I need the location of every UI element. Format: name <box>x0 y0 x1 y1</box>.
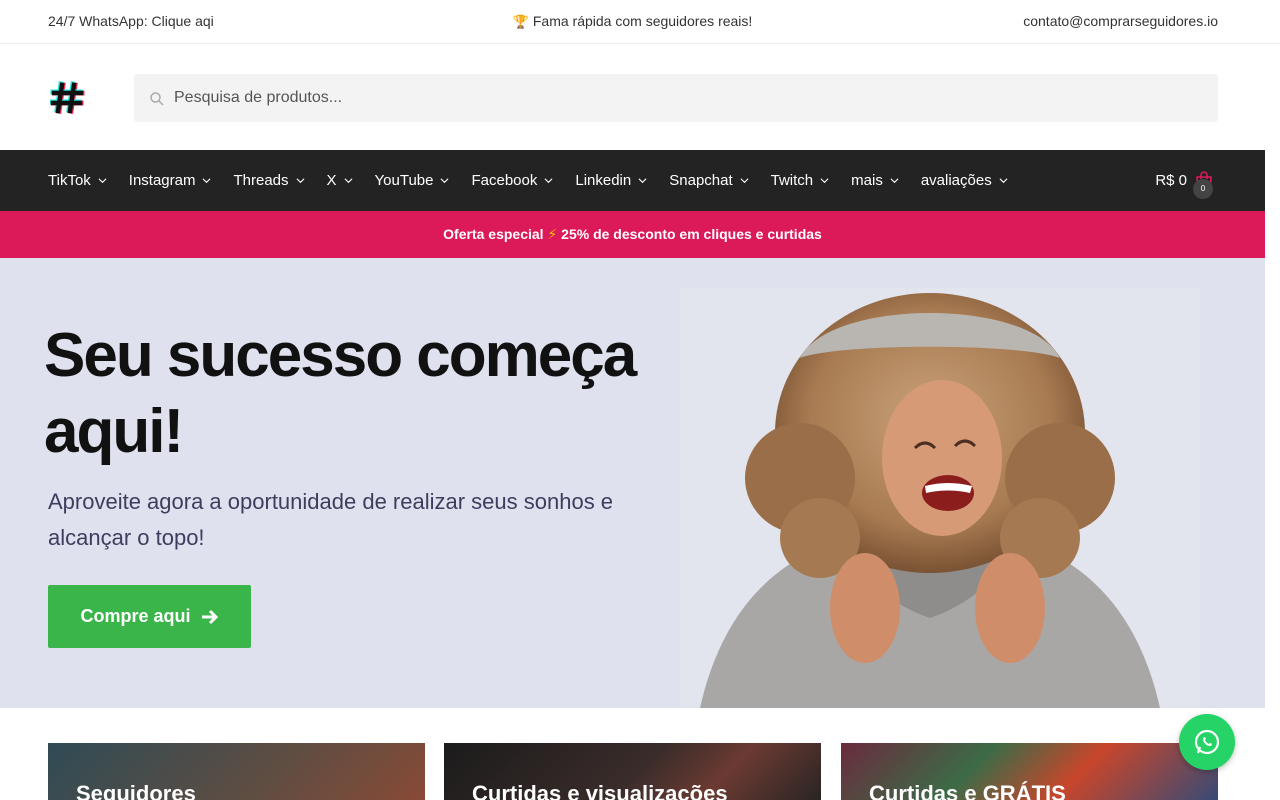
nav-item-threads[interactable]: Threads <box>233 172 304 189</box>
buy-now-button[interactable]: Compre aqui <box>48 585 251 648</box>
contact-email-link[interactable]: contato@comprarseguidores.io <box>1023 13 1218 29</box>
nav-item-label: mais <box>851 172 883 189</box>
trophy-icon: 🏆 <box>512 14 529 29</box>
cart-total: R$ 0 <box>1155 172 1187 189</box>
chevron-down-icon <box>441 178 449 184</box>
nav-item-x[interactable]: X <box>327 172 353 189</box>
nav-item-label: Threads <box>233 172 289 189</box>
chevron-down-icon <box>999 178 1008 184</box>
whatsapp-icon <box>1194 729 1220 755</box>
site-logo[interactable] <box>49 80 86 114</box>
nav-item-label: Facebook <box>471 172 538 189</box>
nav-item-label: Snapchat <box>669 172 733 189</box>
search-icon <box>150 92 164 106</box>
nav-item-mais[interactable]: mais <box>851 172 899 189</box>
nav-item-linkedin[interactable]: Linkedin <box>575 172 647 189</box>
promo-suffix: 25% de desconto em cliques e curtidas <box>561 226 822 242</box>
hero-subtext: Aproveite agora a oportunidade de realiz… <box>48 489 614 550</box>
chevron-down-icon <box>203 178 211 184</box>
chevron-down-icon <box>890 178 899 184</box>
site-header <box>0 44 1280 150</box>
chevron-down-icon <box>344 178 353 184</box>
nav-item-label: X <box>326 172 337 189</box>
search-bar <box>134 74 1218 122</box>
card-title: Curtidas e GRÁTIS <box>869 781 1066 800</box>
chevron-down-icon <box>296 178 304 184</box>
chevron-down-icon <box>98 178 107 184</box>
buy-now-label: Compre aqui <box>80 606 191 626</box>
top-promo-text: Fama rápida com seguidores reais! <box>532 13 753 29</box>
promo-prefix: Oferta especial <box>443 226 544 242</box>
hero-section: Seu sucesso começa aqui! Aproveite agora… <box>0 258 1265 708</box>
nav-menu: TikTok Instagram Threads X YouTube Faceb… <box>48 150 1030 211</box>
whatsapp-chat-button[interactable] <box>1179 714 1235 770</box>
chevron-down-icon <box>544 178 553 184</box>
nav-item-label: Twitch <box>770 172 814 189</box>
hashtag-logo-icon <box>49 81 85 114</box>
chevron-down-icon <box>740 178 749 184</box>
category-card-curtidas[interactable]: Curtidas e visualizações <box>444 743 821 800</box>
nav-item-twitch[interactable]: Twitch <box>771 172 830 189</box>
hero-woman-image <box>680 288 1200 708</box>
nav-item-facebook[interactable]: Facebook <box>471 172 553 189</box>
nav-item-snapchat[interactable]: Snapchat <box>669 172 749 189</box>
lightning-icon: ⚡ <box>547 226 558 242</box>
nav-item-avaliacoes[interactable]: avaliações <box>921 172 1008 189</box>
top-bar: 24/7 WhatsApp: Clique aqi 🏆 Fama rápida c… <box>0 0 1280 44</box>
promo-bar: Oferta especial ⚡ 25% de desconto em cli… <box>0 211 1265 258</box>
category-card-gratis[interactable]: Curtidas e GRÁTIS <box>841 743 1218 800</box>
main-nav: TikTok Instagram Threads X YouTube Faceb… <box>0 150 1265 211</box>
nav-item-label: Linkedin <box>575 172 632 189</box>
chevron-down-icon <box>638 178 647 184</box>
card-title: Seguidores <box>76 781 196 800</box>
card-title: Curtidas e visualizações <box>472 781 728 800</box>
search-input[interactable] <box>174 74 1174 122</box>
nav-item-instagram[interactable]: Instagram <box>129 172 212 189</box>
hero-headline: Seu sucesso começa aqui! <box>44 321 637 466</box>
nav-item-youtube[interactable]: YouTube <box>375 172 450 189</box>
chevron-down-icon <box>820 178 829 184</box>
arrow-right-icon <box>201 609 218 624</box>
nav-item-tiktok[interactable]: TikTok <box>48 172 107 189</box>
nav-item-label: TikTok <box>48 172 91 189</box>
nav-item-label: YouTube <box>374 172 434 189</box>
cart-count-badge: 0 <box>1193 179 1213 199</box>
nav-item-label: avaliações <box>920 172 992 189</box>
category-card-seguidores[interactable]: Seguidores <box>48 743 425 800</box>
nav-item-label: Instagram <box>128 172 196 189</box>
